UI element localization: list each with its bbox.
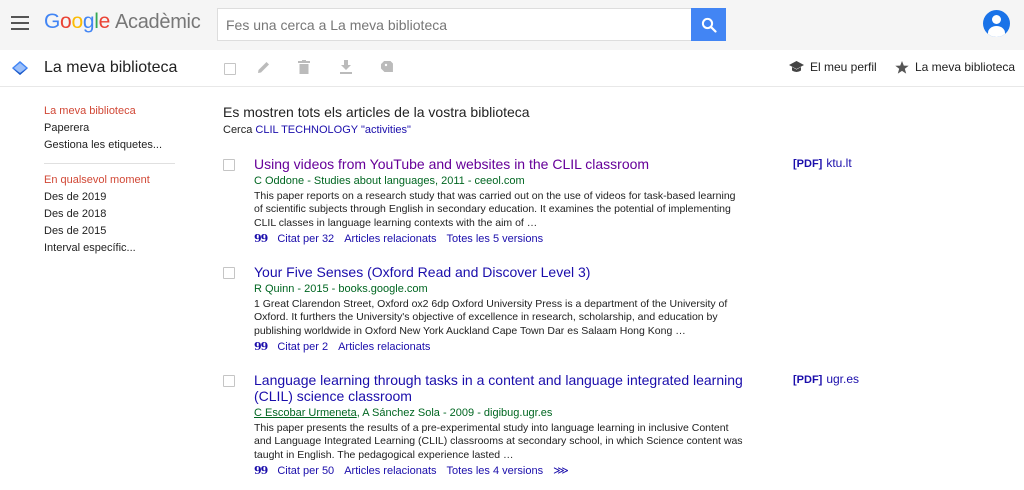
related-articles-link[interactable]: Articles relacionats [338,341,430,353]
google-academic-logo[interactable]: Google Acadèmic [44,10,201,34]
author-profile-link[interactable]: C Escobar Urmeneta [254,407,357,419]
my-profile-label: El meu perfil [810,60,877,74]
sidebar-divider [44,163,175,164]
label-icon[interactable] [381,61,395,73]
sidebar-item-trash[interactable]: Paperera [44,121,179,138]
sidebar-item-since-2018[interactable]: Des de 2018 [44,207,179,224]
cited-by-link[interactable]: Citat per 50 [277,465,334,477]
sidebar-item-since-2019[interactable]: Des de 2019 [44,190,179,207]
sidebar-item-custom-range[interactable]: Interval específic... [44,241,179,258]
my-profile-link[interactable]: El meu perfil [789,60,877,74]
result-authors: C Oddone - Studies about languages, 2011… [254,175,525,187]
more-options-icon[interactable]: ⋙ [553,465,569,477]
result-links: 99 Citat per 50 Articles relacionats Totes … [254,463,764,479]
cited-by-link[interactable]: Citat per 2 [277,341,328,353]
result-snippet: This paper reports on a research study t… [254,190,736,229]
result-authors-rest: , A Sánchez Sola - 2009 - digibug.ugr.es [356,407,553,419]
sidebar-item-any-time[interactable]: En qualsevol moment [44,173,179,190]
results-heading: Es mostren tots els articles de la vostr… [223,104,530,120]
result-checkbox[interactable] [223,267,235,279]
pdf-link[interactable]: [PDF] ugr.es [793,372,859,386]
cite-icon[interactable]: 99 [254,464,268,477]
logo-letter: e [98,10,111,33]
avatar-head [992,15,1001,24]
search-icon [701,17,717,33]
pdf-source: ugr.es [826,372,860,386]
result-title[interactable]: Your Five Senses (Oxford Read and Discov… [254,264,764,280]
result-links: 99 Citat per 32 Articles relacionats Totes … [254,231,764,247]
account-icon[interactable] [983,10,1010,37]
result-checkbox[interactable] [223,375,235,387]
download-icon[interactable] [340,60,352,74]
result-body: Your Five Senses (Oxford Read and Discov… [254,264,764,355]
my-library-link[interactable]: La meva biblioteca [895,60,1015,74]
sidebar-item-manage-labels[interactable]: Gestiona les etiquetes... [44,138,179,155]
result-authors: R Quinn - 2015 - books.google.com [254,283,428,295]
logo-letter: o [60,10,72,33]
pdf-source: ktu.lt [826,156,852,170]
delete-icon[interactable] [298,60,310,74]
all-versions-link[interactable]: Totes les 4 versions [447,465,544,477]
query-link[interactable]: CLIL TECHNOLOGY "activities" [255,124,411,136]
menu-icon[interactable] [11,16,29,30]
result-authors: C Escobar Urmeneta, A Sánchez Sola - 200… [254,406,764,420]
page-title: La meva biblioteca [44,59,178,76]
query-line: Cerca CLIL TECHNOLOGY "activities" [223,124,1013,136]
search-input[interactable] [218,9,691,40]
query-prefix: Cerca [223,124,253,136]
result-snippet: 1 Great Clarendon Street, Oxford ox2 6dp… [254,298,728,337]
pdf-tag: [PDF] [793,374,823,386]
library-icon [12,61,28,75]
select-all-checkbox[interactable] [224,63,236,75]
cite-icon[interactable]: 99 [254,232,268,245]
sidebar-item-since-2015[interactable]: Des de 2015 [44,224,179,241]
all-versions-link[interactable]: Totes les 5 versions [447,233,544,245]
result-links: 99 Citat per 2 Articles relacionats [254,339,764,355]
results-area: Es mostren tots els articles de la vostr… [223,104,1013,477]
result-body: Using videos from YouTube and websites i… [254,156,764,247]
library-toolbar: La meva biblioteca El meu perfil La meva… [0,50,1024,87]
related-articles-link[interactable]: Articles relacionats [344,465,436,477]
edit-icon[interactable] [257,61,270,74]
cite-icon[interactable]: 99 [254,340,268,353]
top-header: Google Acadèmic [0,0,1024,50]
result-title[interactable]: Using videos from YouTube and websites i… [254,156,764,172]
result-snippet: This paper presents the results of a pre… [254,422,743,461]
pdf-link[interactable]: [PDF] ktu.lt [793,156,852,170]
my-library-label: La meva biblioteca [915,60,1016,74]
result-body: Language learning through tasks in a con… [254,372,764,479]
graduation-cap-icon [789,61,804,72]
search-box [217,8,726,41]
logo-product-name: Acadèmic [114,11,201,33]
logo-letter: o [71,10,83,33]
pdf-tag: [PDF] [793,158,823,170]
sidebar-item-my-library[interactable]: La meva biblioteca [44,104,179,121]
search-button[interactable] [691,8,726,41]
logo-letter: G [44,10,61,33]
result-title[interactable]: Language learning through tasks in a con… [254,372,764,404]
avatar-body [988,26,1005,37]
cited-by-link[interactable]: Citat per 32 [277,233,334,245]
star-icon [895,61,909,74]
logo-letter: g [82,10,95,33]
related-articles-link[interactable]: Articles relacionats [344,233,436,245]
sidebar: La meva biblioteca Paperera Gestiona les… [44,104,179,258]
result-checkbox[interactable] [223,159,235,171]
